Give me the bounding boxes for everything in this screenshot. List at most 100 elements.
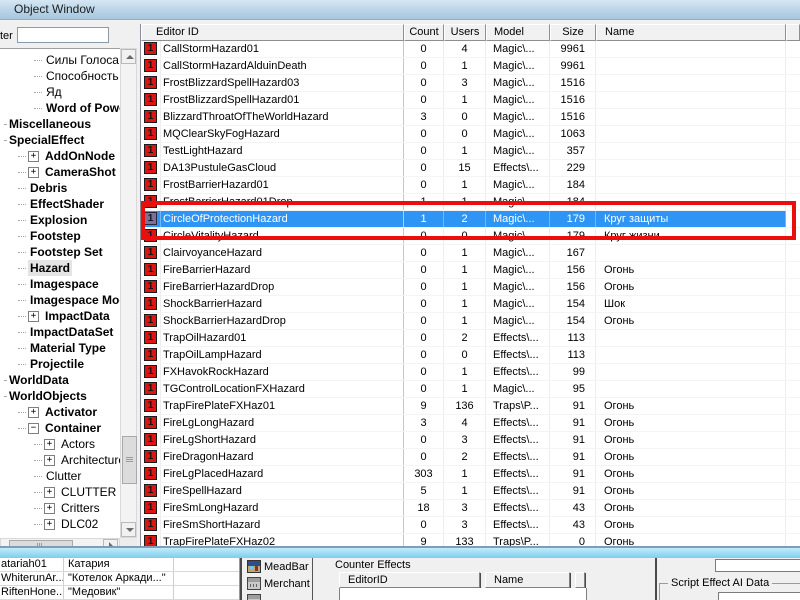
- background-table-row[interactable]: WhiterunAr..."Котелок Аркади...": [0, 572, 239, 586]
- table-row[interactable]: 1FireSpellHazard51Effects\...91Огонь: [141, 483, 800, 500]
- table-row[interactable]: 1FrostBlizzardSpellHazard0101Magic\...15…: [141, 92, 800, 109]
- tree-item-effectshader[interactable]: EffectShader: [0, 196, 120, 212]
- collapse-icon[interactable]: −: [28, 423, 39, 434]
- expand-icon[interactable]: +: [44, 503, 55, 514]
- tree-item-clutter[interactable]: Clutter: [0, 468, 120, 484]
- tree-item-item[interactable]: Способность: [0, 68, 120, 84]
- column-header-name[interactable]: Name: [596, 24, 786, 41]
- table-row[interactable]: 1FireLgShortHazard03Effects\...91Огонь: [141, 432, 800, 449]
- tree-item-container[interactable]: −Container: [0, 420, 120, 436]
- cell-size: 184: [550, 194, 596, 210]
- tree-item-hazard[interactable]: Hazard: [0, 260, 120, 276]
- expand-icon[interactable]: +: [28, 151, 39, 162]
- table-row[interactable]: 1FrostBarrierHazard0101Magic\...184: [141, 177, 800, 194]
- text-input-2[interactable]: [718, 592, 800, 600]
- tree-item-activator[interactable]: +Activator: [0, 404, 120, 420]
- expand-icon[interactable]: +: [28, 167, 39, 178]
- tree-item-explosion[interactable]: Explosion: [0, 212, 120, 228]
- tree-item-worldobjects[interactable]: WorldObjects: [0, 388, 120, 404]
- scroll-up-button[interactable]: [121, 49, 136, 64]
- cell-size: 179: [550, 228, 596, 244]
- cell-model: Magic\...: [486, 177, 550, 193]
- column-header-editor-id[interactable]: Editor ID: [141, 24, 404, 41]
- table-row[interactable]: 1CallStormHazardAlduinDeath01Magic\...99…: [141, 58, 800, 75]
- table-row[interactable]: 1FireSmLongHazard183Effects\...43Огонь: [141, 500, 800, 517]
- counter-effects-list[interactable]: [339, 588, 587, 600]
- table-row[interactable]: 1DA13PustuleGasCloud015Effects\...229: [141, 160, 800, 177]
- tree-item-imagespace[interactable]: Imagespace: [0, 276, 120, 292]
- table-row[interactable]: 1TrapOilLampHazard00Effects\...113: [141, 347, 800, 364]
- expand-icon[interactable]: +: [28, 311, 39, 322]
- table-row[interactable]: 1TrapFirePlateFXHaz019136Traps\P...91Ого…: [141, 398, 800, 415]
- hazard-icon: 1: [144, 467, 157, 480]
- column-header-editorid[interactable]: EditorID: [339, 572, 480, 588]
- column-header-users[interactable]: Users: [444, 24, 486, 41]
- table-row[interactable]: 1CallStormHazard0104Magic\...9961: [141, 41, 800, 58]
- table-row[interactable]: 1ShockBarrierHazardDrop01Magic\...154Ого…: [141, 313, 800, 330]
- tree-item-word-of-power[interactable]: Word of Power: [0, 100, 120, 116]
- window-titlebar[interactable]: Object Window: [0, 0, 800, 20]
- table-row[interactable]: 1BlizzardThroatOfTheWorldHazard30Magic\.…: [141, 109, 800, 126]
- text-input-1[interactable]: [715, 559, 800, 572]
- tree-item-architecture[interactable]: +Architecture: [0, 452, 120, 468]
- expand-icon[interactable]: +: [44, 455, 55, 466]
- tree-item-item[interactable]: Силы Голоса: [0, 52, 120, 68]
- tree-item-impactdataset[interactable]: ImpactDataSet: [0, 324, 120, 340]
- expand-icon[interactable]: +: [28, 407, 39, 418]
- background-table-row[interactable]: RiftenHone..."Медовик": [0, 586, 239, 600]
- tree-item-imagespace-mod[interactable]: Imagespace Mod: [0, 292, 120, 308]
- table-row[interactable]: 1TrapOilHazard0102Effects\...113: [141, 330, 800, 347]
- column-header-model[interactable]: Model: [486, 24, 550, 41]
- tree-item-dlc02[interactable]: +DLC02: [0, 516, 120, 532]
- list-item-meadbar[interactable]: MeadBar: [242, 558, 312, 575]
- table-row[interactable]: 1FireSmShortHazard03Effects\...43Огонь: [141, 517, 800, 534]
- tree-item-worlddata[interactable]: WorldData: [0, 372, 120, 388]
- tree-item-material-type[interactable]: Material Type: [0, 340, 120, 356]
- cell-users: 0: [444, 109, 486, 125]
- tree-item-addonnode[interactable]: +AddOnNode: [0, 148, 120, 164]
- tree-item-footstep[interactable]: Footstep: [0, 228, 120, 244]
- tree-item-item[interactable]: Яд: [0, 84, 120, 100]
- table-row[interactable]: 1FXHavokRockHazard01Effects\...99: [141, 364, 800, 381]
- tree-item-projectile[interactable]: Projectile: [0, 356, 120, 372]
- table-row[interactable]: 1FrostBarrierHazard01Drop11Magic\...184: [141, 194, 800, 211]
- tree-item-impactdata[interactable]: +ImpactData: [0, 308, 120, 324]
- column-header-count[interactable]: Count: [404, 24, 444, 41]
- table-row[interactable]: 1TestLightHazard01Magic\...357: [141, 143, 800, 160]
- table-row[interactable]: 1TGControlLocationFXHazard01Magic\...95: [141, 381, 800, 398]
- icon-cell: 1: [141, 41, 161, 57]
- tree-item-camerashot[interactable]: +CameraShot: [0, 164, 120, 180]
- background-table-row[interactable]: atariah01Катария: [0, 558, 239, 572]
- list-item-merchant[interactable]: Merchant: [242, 575, 312, 592]
- tree-item-label: Imagespace Mod: [28, 292, 120, 308]
- tree-vertical-scrollbar[interactable]: [120, 48, 137, 538]
- tree-item-miscellaneous[interactable]: Miscellaneous: [0, 116, 120, 132]
- table-row[interactable]: 1FireLgPlacedHazard3031Effects\...91Огон…: [141, 466, 800, 483]
- table-row[interactable]: 1FireBarrierHazard01Magic\...156Огонь: [141, 262, 800, 279]
- expand-icon[interactable]: +: [44, 519, 55, 530]
- table-row[interactable]: 1CircleOfProtectionHazard12Magic\...179К…: [141, 211, 800, 228]
- table-row[interactable]: 1CircleVitalityHazard00Magic\...179Круг …: [141, 228, 800, 245]
- tree-item-label: Яд: [44, 84, 64, 100]
- tree-item-critters[interactable]: +Critters: [0, 500, 120, 516]
- expand-icon[interactable]: +: [44, 439, 55, 450]
- tree-item-footstep-set[interactable]: Footstep Set: [0, 244, 120, 260]
- filter-input[interactable]: [17, 27, 109, 43]
- table-row[interactable]: 1TrapFirePlateFXHaz029133Traps\P...0Огон…: [141, 534, 800, 546]
- table-row[interactable]: 1MQClearSkyFogHazard00Magic\...1063: [141, 126, 800, 143]
- tree-item-clutter[interactable]: +CLUTTER: [0, 484, 120, 500]
- table-row[interactable]: 1ShockBarrierHazard01Magic\...154Шок: [141, 296, 800, 313]
- tree-item-debris[interactable]: Debris: [0, 180, 120, 196]
- table-row[interactable]: 1ClairvoyanceHazard01Magic\...167: [141, 245, 800, 262]
- column-header-name[interactable]: Name: [485, 572, 570, 588]
- tree-item-actors[interactable]: +Actors: [0, 436, 120, 452]
- expand-icon[interactable]: +: [44, 487, 55, 498]
- scroll-thumb[interactable]: [122, 436, 137, 484]
- table-row[interactable]: 1FrostBlizzardSpellHazard0303Magic\...15…: [141, 75, 800, 92]
- table-row[interactable]: 1FireBarrierHazardDrop01Magic\...156Огон…: [141, 279, 800, 296]
- scroll-down-button[interactable]: [121, 522, 136, 537]
- table-row[interactable]: 1FireLgLongHazard34Effects\...91Огонь: [141, 415, 800, 432]
- table-row[interactable]: 1FireDragonHazard02Effects\...91Огонь: [141, 449, 800, 466]
- column-header-size[interactable]: Size: [550, 24, 596, 41]
- tree-item-specialeffect[interactable]: SpecialEffect: [0, 132, 120, 148]
